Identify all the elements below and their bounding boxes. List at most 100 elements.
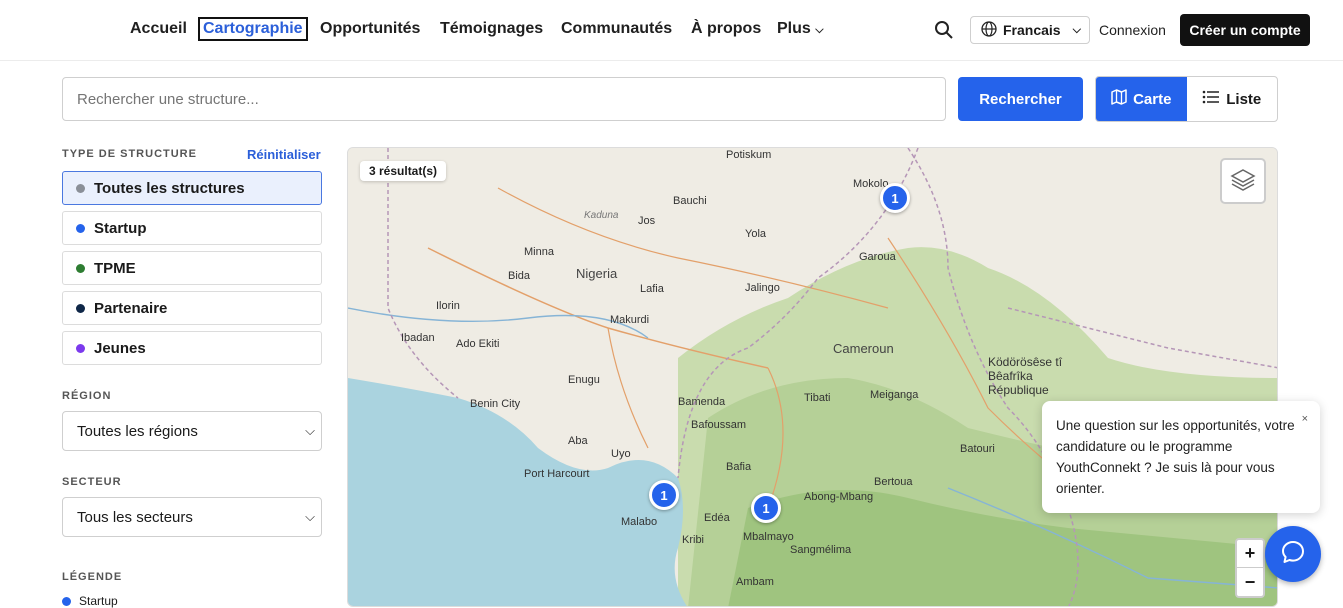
nav-plus-label: Plus <box>777 20 811 37</box>
map-label: Bertoua <box>874 476 913 488</box>
filter-label: TPME <box>94 259 136 277</box>
zoom-out-button[interactable]: − <box>1237 568 1263 596</box>
color-dot-icon <box>76 263 85 273</box>
filter-jeunes[interactable]: Jeunes <box>62 331 322 365</box>
map-label: Malabo <box>621 516 658 528</box>
layers-toggle[interactable] <box>1220 158 1266 204</box>
search-button[interactable]: Rechercher <box>958 77 1083 121</box>
map-label: Enugu <box>568 374 600 386</box>
map-label: Kribi <box>682 534 705 546</box>
color-dot-icon <box>76 303 85 313</box>
map-icon <box>1111 89 1127 109</box>
map-label: Port Harcourt <box>524 468 590 480</box>
map-cluster-marker[interactable]: 1 <box>649 480 679 510</box>
chevron-down-icon: ⌵ <box>1072 23 1081 36</box>
sector-section-label: SECTEUR <box>62 476 122 488</box>
map-label: Potiskum <box>726 149 772 161</box>
chevron-down-icon: ⌵ <box>305 509 315 524</box>
results-count: 3 résultat(s) <box>360 161 447 181</box>
legend-section-label: LÉGENDE <box>62 571 123 583</box>
map-label: Ambam <box>736 576 774 588</box>
nav-opportunites[interactable]: Opportunités <box>320 20 420 38</box>
type-section-label: TYPE DE STRUCTURE <box>62 148 197 160</box>
map-cluster-marker[interactable]: 1 <box>880 183 910 213</box>
filter-label: Jeunes <box>94 339 146 357</box>
globe-icon <box>981 20 997 40</box>
map-label: Ibadan <box>401 332 435 344</box>
map-label: Bauchi <box>673 195 707 207</box>
map-label: Ilorin <box>436 300 460 312</box>
map-label: Meiganga <box>870 389 919 401</box>
list-icon <box>1202 90 1220 108</box>
map-label: Ködörösêse tî Bêafrîka République <box>988 355 1063 397</box>
language-selector[interactable]: Francais ⌵ <box>970 16 1090 44</box>
search-icon[interactable] <box>934 20 954 45</box>
view-toggle: Carte Liste <box>1095 76 1278 122</box>
filter-startup[interactable]: Startup <box>62 211 322 245</box>
filter-label: Toutes les structures <box>94 179 245 197</box>
map-label: Benin City <box>470 398 521 410</box>
map-label: Edéa <box>704 512 730 524</box>
reset-filters-link[interactable]: Réinitialiser <box>247 147 321 162</box>
color-dot-icon <box>76 223 85 233</box>
legend-item: Startup <box>62 594 118 608</box>
map-label: Nigeria <box>576 266 618 281</box>
chat-bubble-icon <box>1280 539 1306 570</box>
map-terrain <box>348 148 1277 606</box>
map-label: Yola <box>745 228 767 240</box>
map-label: Minna <box>524 246 554 258</box>
map-label: Jalingo <box>745 282 780 294</box>
filter-partenaire[interactable]: Partenaire <box>62 291 322 325</box>
sector-select-value: Tous les secteurs <box>77 508 193 526</box>
nav-temoignages[interactable]: Témoignages <box>440 20 543 38</box>
view-map-button[interactable]: Carte <box>1096 77 1187 121</box>
map-label: Jos <box>638 215 656 227</box>
map-label: Lafia <box>640 283 664 295</box>
zoom-control: + − <box>1235 538 1265 598</box>
map-cluster-marker[interactable]: 1 <box>751 493 781 523</box>
filter-label: Startup <box>94 219 147 237</box>
map-label: Garoua <box>859 251 896 263</box>
top-navbar: Accueil Cartographie Opportunités Témoig… <box>0 0 1343 61</box>
filter-all-structures[interactable]: Toutes les structures <box>62 171 322 205</box>
view-list-button[interactable]: Liste <box>1187 77 1278 121</box>
structure-search-input[interactable] <box>62 77 946 121</box>
filter-tpme[interactable]: TPME <box>62 251 322 285</box>
nav-plus[interactable]: Plus ⌵ <box>777 20 824 38</box>
sector-select[interactable]: Tous les secteurs ⌵ <box>62 497 322 537</box>
map-label: Bafoussam <box>691 419 747 431</box>
filter-label: Partenaire <box>94 299 168 317</box>
map-label: Makurdi <box>610 314 650 326</box>
map-label: Ado Ekiti <box>456 338 500 350</box>
map-label: Sangmélima <box>790 544 852 556</box>
color-dot-icon <box>62 596 71 606</box>
map-label: Batouri <box>960 443 995 455</box>
language-label: Francais <box>1003 22 1061 38</box>
color-dot-icon <box>76 183 85 193</box>
signup-button[interactable]: Créer un compte <box>1180 14 1310 46</box>
map-label: Uyo <box>611 448 631 460</box>
map-label: Bamenda <box>678 396 726 408</box>
chat-launcher-button[interactable] <box>1265 526 1321 582</box>
nav-accueil[interactable]: Accueil <box>130 20 187 38</box>
layers-icon <box>1230 167 1256 196</box>
color-dot-icon <box>76 343 85 353</box>
chat-tooltip: × Une question sur les opportunités, vot… <box>1042 401 1320 513</box>
region-select[interactable]: Toutes les régions ⌵ <box>62 411 322 451</box>
map-view[interactable]: Nigeria Cameroun Ködörösêse tî Bêafrîka … <box>347 147 1278 607</box>
view-map-label: Carte <box>1133 90 1172 108</box>
region-section-label: RÉGION <box>62 390 112 402</box>
tooltip-message: Une question sur les opportunités, votre… <box>1056 418 1295 496</box>
login-link[interactable]: Connexion <box>1099 22 1166 38</box>
map-label: Abong-Mbang <box>804 491 874 503</box>
nav-cartographie[interactable]: Cartographie <box>198 17 308 41</box>
map-label: Aba <box>568 435 588 447</box>
nav-communautes[interactable]: Communautés <box>561 20 672 38</box>
region-select-value: Toutes les régions <box>77 422 198 440</box>
map-label: Mbalmayo <box>743 531 794 543</box>
map-label: Tibati <box>804 392 831 404</box>
zoom-in-button[interactable]: + <box>1237 540 1263 568</box>
tooltip-close-button[interactable]: × <box>1302 409 1308 430</box>
nav-a-propos[interactable]: À propos <box>691 20 761 38</box>
view-list-label: Liste <box>1226 90 1262 108</box>
